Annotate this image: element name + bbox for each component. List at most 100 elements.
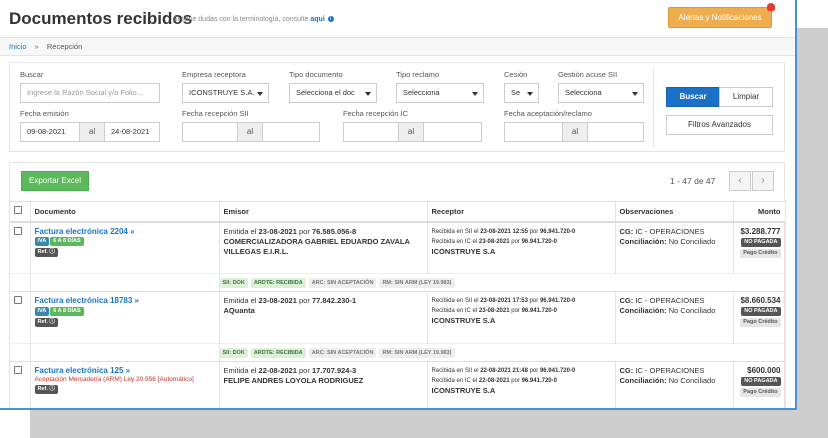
receptor-ic-prefix: Recibida en IC el: [431, 308, 478, 314]
conciliacion-value: No Conciliado: [668, 236, 716, 246]
emisor-rut: 76.585.056-8: [311, 226, 357, 236]
fecha-sii-to-input[interactable]: [262, 122, 320, 142]
status-badge: RM: SIN ARM (LEY 19.983): [379, 278, 455, 288]
receptor-por: por: [529, 298, 539, 304]
documento-cell: Factura electrónica 18783 » IVA 6 A 8 DÍAS…: [30, 291, 220, 344]
results-panel: Exportar Excel 1 - 47 de 47 ‹ › Document…: [9, 162, 786, 408]
payment-status-badge: NO PAGADA: [741, 307, 781, 316]
document-link[interactable]: Factura electrónica 2204 »: [35, 227, 135, 236]
row-select-cell: [10, 221, 31, 274]
status-badge: ARDTE: RECIBIDA: [250, 278, 306, 288]
row-checkbox[interactable]: [14, 226, 22, 235]
breadcrumb-home[interactable]: Inicio: [9, 42, 27, 51]
table-row: Factura electrónica 125 » Aceptación Merc…: [10, 361, 786, 408]
ref-badge[interactable]: Ref. ⓘ: [34, 248, 58, 258]
page-title: Documentos recibidos: [9, 9, 193, 28]
chevron-down-icon: [632, 92, 638, 96]
tipo-doc-select[interactable]: Selecciona el doc: [289, 83, 377, 103]
conciliacion-label: Conciliación:: [619, 306, 667, 315]
app-window: Documentos recibidos Si tiene dudas con …: [0, 0, 797, 410]
emisor-date: 22-08-2021: [258, 366, 297, 375]
receptor-ic-prefix: Recibida en IC el: [431, 238, 478, 245]
receptor-ic-date: 22-08-2021: [478, 378, 510, 384]
fecha-ic-from-input[interactable]: [343, 122, 399, 142]
subtitle-text: Si tiene dudas con la terminología, cons…: [173, 16, 309, 23]
export-excel-button[interactable]: Exportar Excel: [21, 171, 89, 191]
payment-status-badge: NO PAGADA: [741, 377, 781, 386]
next-page-button[interactable]: ›: [752, 171, 774, 191]
emisor-name: COMERCIALIZADORA GABRIEL EDUARDO ZAVALA …: [223, 236, 410, 256]
info-icon: ⓘ: [49, 249, 55, 256]
alerts-button[interactable]: Alertas y Notificaciones: [668, 7, 772, 28]
filtros-avanzados-button[interactable]: Filtros Avanzados: [666, 115, 773, 135]
payment-type-badge: Pago Crédito: [740, 388, 781, 397]
buscar-button[interactable]: Buscar: [666, 87, 720, 107]
emisor-cell: Emitida el 23-08-2021 por 76.585.056-8 CO…: [219, 221, 428, 274]
conciliacion-value: No Conciliado: [668, 376, 716, 385]
limpiar-button[interactable]: Limpiar: [719, 87, 773, 107]
receptor-sii-rut: 96.941.720-0: [539, 298, 576, 304]
cg-value: IC - OPERACIONES: [635, 296, 705, 305]
acuse-select[interactable]: Selecciona: [558, 83, 644, 103]
receptor-cell: Recibida en SII el 23-08-2021 12:55 por …: [427, 221, 616, 274]
conciliacion-value: No Conciliado: [668, 306, 716, 315]
empresa-select[interactable]: ICONSTRUYE S.A.: [182, 83, 269, 103]
tipo-reclamo-select[interactable]: Selecciona: [396, 83, 484, 103]
fecha-ic-to-input[interactable]: [423, 122, 482, 142]
receptor-sii-prefix: Recibida en SII el: [431, 228, 479, 235]
status-badge: RM: SIN ARM (LEY 19.983): [379, 348, 455, 358]
fecha-sii-from-input[interactable]: [182, 122, 238, 142]
info-icon: ⓘ: [49, 318, 55, 325]
ref-badge[interactable]: Ref. ⓘ: [34, 317, 58, 327]
date-range-separator: al: [398, 122, 424, 142]
ref-badge[interactable]: Ref. ⓘ: [34, 384, 58, 394]
search-input[interactable]: Ingrese la Razón Social y/o Folio...: [20, 83, 160, 103]
column-header: Receptor: [427, 201, 616, 223]
observaciones-cell: CG: IC - OPERACIONES Conciliación: No Con…: [615, 221, 734, 274]
emisor-por: por: [299, 366, 310, 375]
status-badge: ARC: SIN ACEPTACIÓN: [308, 348, 377, 358]
fecha-emision-from-input[interactable]: 09-08-2021: [20, 122, 80, 142]
table-row: Factura electrónica 2204 » IVA 6 A 8 DÍAS R…: [10, 221, 786, 274]
cg-label: CG:: [619, 296, 634, 305]
emisor-name: FELIPE ANDRES LOYOLA RODRIGUEZ: [223, 376, 364, 385]
breadcrumb-current: Recepción: [46, 42, 83, 51]
row-checkbox[interactable]: [14, 366, 22, 374]
chevron-down-icon: [257, 92, 263, 96]
document-link[interactable]: Factura electrónica 125 »: [35, 366, 131, 375]
row-select-cell: [10, 291, 31, 344]
fecha-ic-label: Fecha recepción IC: [343, 109, 409, 118]
observaciones-cell: CG: IC - OPERACIONES Conciliación: No Con…: [615, 291, 734, 344]
fecha-aceptacion-label: Fecha aceptación/reclamo: [504, 109, 592, 118]
cg-value: IC - OPERACIONES: [635, 366, 705, 375]
page-subtitle: Si tiene dudas con la terminología, cons…: [173, 16, 334, 23]
filters-panel: Buscar Ingrese la Razón Social y/o Folio…: [9, 62, 785, 152]
table-row: Factura electrónica 18783 » IVA 6 A 8 DÍAS…: [10, 291, 786, 344]
status-badge: SII: DOK: [219, 348, 248, 358]
iva-badge: IVA: [34, 306, 50, 316]
column-header: Monto: [733, 201, 786, 223]
date-range-separator: al: [79, 122, 105, 142]
empresa-label: Empresa receptora: [182, 70, 246, 79]
fecha-emision-to-input[interactable]: 24-08-2021: [104, 122, 160, 142]
fecha-aceptacion-to-input[interactable]: [587, 122, 644, 142]
acuse-value: Selecciona: [565, 88, 602, 97]
conciliacion-label: Conciliación:: [619, 376, 667, 385]
fecha-aceptacion-from-input[interactable]: [504, 122, 563, 142]
terminology-link[interactable]: aquí: [310, 16, 324, 23]
tipo-reclamo-value: Selecciona: [403, 88, 440, 97]
row-checkbox[interactable]: [14, 296, 22, 304]
emisor-cell: Emitida el 22-08-2021 por 17.707.924-3 FE…: [219, 361, 428, 408]
receptor-cell: Recibida en SII el 22-08-2021 21:48 por …: [427, 361, 616, 408]
prev-page-button[interactable]: ‹: [729, 171, 751, 191]
monto-value: $600.000: [747, 366, 781, 375]
info-icon: i: [327, 16, 334, 23]
monto-cell: $8.660.534 NO PAGADA Pago Crédito: [733, 291, 786, 344]
document-link[interactable]: Factura electrónica 18783 »: [35, 296, 140, 305]
emisor-rut: 17.707.924-3: [311, 366, 357, 375]
select-all-checkbox[interactable]: [14, 206, 22, 215]
cg-label: CG:: [619, 226, 634, 236]
bell-icon[interactable]: [767, 3, 775, 11]
emisor-date: 23-08-2021: [258, 296, 297, 305]
cesion-select[interactable]: Se: [504, 83, 539, 103]
